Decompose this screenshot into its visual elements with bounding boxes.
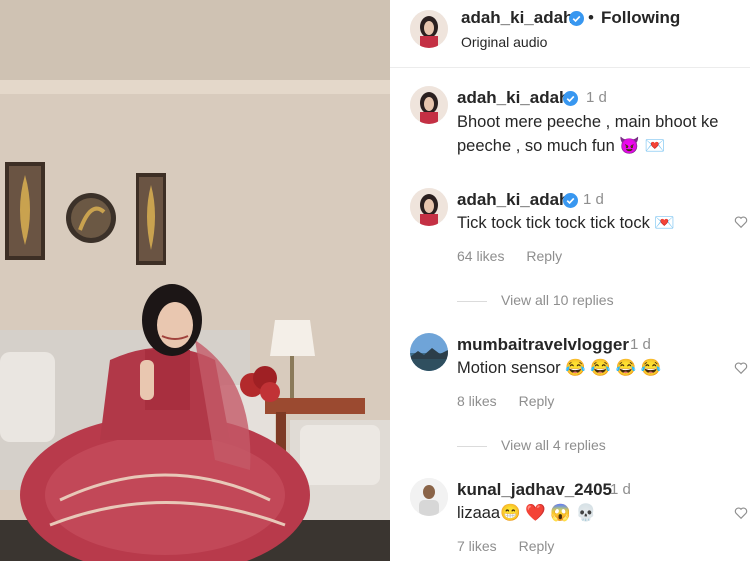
comment-actions: 64 likes Reply [457,248,580,264]
post-header: adah_ki_adah • Following Original audio [390,0,750,68]
comment-time: 1 d [630,336,651,353]
view-replies-label: View all 10 replies [501,292,614,308]
comments-panel: adah_ki_adah • Following Original audio … [390,0,750,561]
comment-username[interactable]: adah_ki_adah [457,88,569,108]
comment-actions: 8 likes Reply [457,393,572,409]
separator-dot: • [588,8,594,27]
comment-username[interactable]: adah_ki_adah [457,190,569,210]
commenter-avatar[interactable] [410,188,448,226]
heart-outline-icon[interactable] [734,506,748,520]
heart-outline-icon[interactable] [734,215,748,229]
comment-time: 1 d [586,89,607,106]
like-count[interactable]: 7 likes [457,538,497,554]
commenter-avatar[interactable] [410,333,448,371]
like-count[interactable]: 8 likes [457,393,497,409]
commenter-avatar[interactable] [410,86,448,124]
view-replies-button[interactable]: View all 10 replies [457,292,614,308]
author-avatar[interactable] [410,10,448,48]
avatar-image [410,333,448,371]
replies-divider-line [457,445,487,447]
avatar-image [410,478,448,516]
reply-button[interactable]: Reply [519,393,555,409]
verified-badge-icon [563,193,578,208]
following-button[interactable]: Following [601,8,680,28]
verified-badge-icon [569,11,584,26]
comment-actions: 7 likes Reply [457,538,572,554]
comment-text: Tick tock tick tock tick tock 💌 [457,214,675,232]
heart-outline-icon[interactable] [734,361,748,375]
comment-username[interactable]: kunal_jadhav_2405 [457,480,612,500]
video-frame-illustration [0,0,390,561]
reel-video[interactable] [0,0,390,561]
comment-text: lizaaa😁 ❤️ 😱 💀 [457,504,597,522]
commenter-avatar[interactable] [410,478,448,516]
comment-text: Motion sensor 😂 😂 😂 😂 [457,359,662,377]
avatar-image [410,188,448,226]
comment-text: Bhoot mere peeche , main bhoot ke peeche… [457,113,719,155]
verified-badge-icon [563,91,578,106]
avatar-image [410,86,448,124]
like-count[interactable]: 64 likes [457,248,504,264]
reply-button[interactable]: Reply [526,248,562,264]
avatar-image [410,10,448,48]
comment-time: 1 d [610,481,631,498]
original-audio-link[interactable]: Original audio [461,34,547,50]
comment-username[interactable]: mumbaitravelvlogger [457,335,629,355]
comment-time: 1 d [583,191,604,208]
view-replies-button[interactable]: View all 4 replies [457,437,606,453]
author-username[interactable]: adah_ki_adah [461,8,573,28]
reply-button[interactable]: Reply [519,538,555,554]
replies-divider-line [457,300,487,302]
view-replies-label: View all 4 replies [501,437,606,453]
